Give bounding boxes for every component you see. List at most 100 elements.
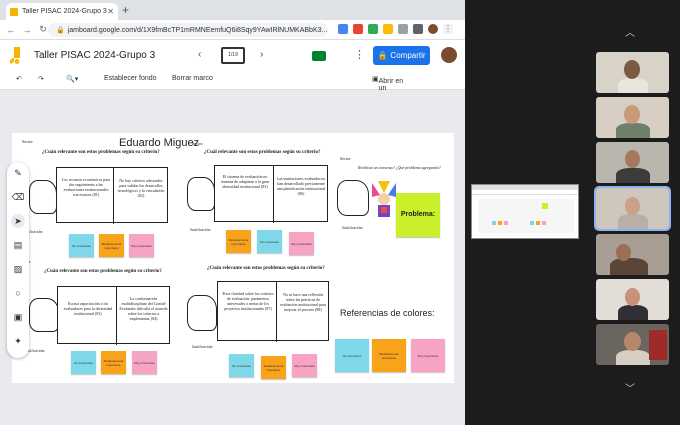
sticky-note-icon[interactable]: ▤ [11, 238, 25, 252]
extension-icon[interactable] [383, 24, 393, 34]
sticky-note[interactable]: Muy importante [289, 232, 314, 255]
jamboard-toolbar: ↶ ↷ 🔍▾ Establecer fondo Borrar marco ▣ A… [0, 72, 465, 99]
shared-screen-preview[interactable] [471, 184, 579, 239]
sector-label: Sector: [192, 141, 204, 146]
sticky-note[interactable]: No importante [257, 230, 282, 253]
image-icon[interactable]: ▨ [11, 262, 25, 276]
back-icon[interactable]: ← [6, 25, 16, 35]
sticky-note[interactable]: Muy importante [292, 354, 317, 377]
panel-text: Poca claridad sobre los criterios de eva… [222, 291, 274, 311]
pen-icon[interactable]: ✎ [11, 166, 25, 180]
scroll-up-icon[interactable]: ︿ [625, 24, 635, 39]
author-name: Eduardo Miguez [119, 137, 200, 149]
redo-icon[interactable]: ↷ [38, 75, 44, 83]
frame-indicator[interactable]: 1/19 [221, 47, 245, 64]
lock-icon: 🔒 [56, 27, 65, 34]
browser-tab[interactable]: Taller PISAC 2024-Grupo 3 ✕ [6, 3, 118, 20]
screen: Taller PISAC 2024-Grupo 3 ✕ + ← → ↻ 🔒 ja… [0, 0, 680, 425]
close-tab-icon[interactable]: ✕ [107, 7, 114, 16]
question-heading: ¿Cuán relevante son estos problemas segú… [207, 266, 325, 271]
sticky-note[interactable]: Medianamente importante [99, 234, 124, 257]
question-heading: ¿Cuál relevante son estos problemas segú… [204, 150, 321, 155]
url-field[interactable]: 🔒 jamboard.google.com/d/1X9fmBcTP1mRMNEe… [48, 23, 328, 37]
undo-icon[interactable]: ↶ [16, 75, 22, 83]
url-text: jamboard.google.com/d/1X9fmBcTP1mRMNEemf… [67, 26, 328, 34]
next-frame-icon[interactable]: › [260, 49, 263, 60]
sticky-note[interactable]: No importante [229, 354, 254, 377]
share-lock-icon: 🔒 [377, 51, 388, 60]
select-arrow-icon[interactable]: ➤ [11, 214, 25, 228]
problem-prompt: Recibiste un consenso! ¿Qué problema agr… [358, 165, 441, 170]
scroll-down-icon[interactable]: ﹀ [625, 380, 635, 395]
profile-avatar-icon[interactable] [428, 24, 438, 34]
previous-frame-icon[interactable]: ‹ [198, 49, 201, 60]
text-box-icon[interactable]: ▣ [11, 310, 25, 324]
extension-icon[interactable] [413, 24, 423, 34]
jamboard-header: Taller PISAC 2024-Grupo 3 ‹ 1/19 › ⋮ 🔒 C… [0, 40, 465, 72]
tab-bar: Taller PISAC 2024-Grupo 3 ✕ + [0, 0, 465, 20]
jamboard-favicon-icon [10, 7, 18, 16]
justified-label: Justificación: [190, 227, 212, 232]
problem-panel[interactable]: El sistema de evaluación no termina de a… [214, 165, 328, 223]
sticky-note[interactable]: Muy importante [129, 234, 154, 257]
sticky-note[interactable]: Medianamente importante [261, 356, 286, 379]
panel-text: La conformación multidisciplinar del Com… [119, 296, 168, 321]
problem-panel[interactable]: Poca claridad sobre los criterios de eva… [217, 281, 329, 342]
sector-label: Sector: [340, 156, 352, 161]
reload-icon[interactable]: ↻ [38, 24, 48, 35]
browser-window: Taller PISAC 2024-Grupo 3 ✕ + ← → ↻ 🔒 ja… [0, 0, 465, 425]
sticky-note[interactable]: Medianamente importante [101, 351, 126, 374]
jamboard-logo-icon[interactable] [10, 47, 22, 65]
sticky-note[interactable]: Medianamente importante [226, 230, 251, 253]
participant-video[interactable] [596, 324, 669, 365]
problem-sticky[interactable]: Problema: [396, 193, 440, 237]
panel-text: Las instituciones evaluadas no han desar… [276, 176, 326, 196]
fist-illustration [187, 177, 215, 211]
participant-video[interactable] [596, 52, 669, 93]
document-title[interactable]: Taller PISAC 2024-Grupo 3 [34, 50, 155, 61]
share-button[interactable]: 🔒 Compartir [373, 46, 430, 65]
new-tab-icon[interactable]: + [122, 3, 129, 17]
more-options-icon[interactable]: ⋮ [354, 48, 365, 61]
panel-text: No se hace una reflexión sobre las práct… [280, 292, 326, 312]
jam-frame[interactable]: Sector: Eduardo Miguez ¿Cuán relevante s… [12, 133, 454, 383]
eraser-icon[interactable]: ⌫ [11, 190, 25, 204]
extension-icon[interactable] [338, 24, 348, 34]
problem-panel[interactable]: Los recursos económicos para dar seguimi… [56, 167, 168, 224]
question-heading: ¿Cuán relevante son estos problemas segú… [44, 269, 162, 274]
extension-icon[interactable] [398, 24, 408, 34]
clear-frame-button[interactable]: Borrar marco [172, 75, 213, 82]
sticky-note[interactable]: No importante [71, 351, 96, 374]
participant-video[interactable] [596, 279, 669, 320]
extensions: ⋮ [338, 24, 453, 34]
set-background-button[interactable]: Establecer fondo [104, 75, 157, 82]
share-label: Compartir [390, 51, 426, 60]
question-heading: ¿Cuán relevante son estos problemas segú… [42, 150, 160, 155]
participant-video[interactable] [596, 142, 669, 183]
fist-illustration [29, 180, 57, 214]
sticky-note[interactable]: Muy importante [132, 351, 157, 374]
participant-video-active[interactable] [594, 186, 671, 231]
participant-video[interactable] [596, 97, 669, 138]
panel-text: Los recursos económicos para dar seguimi… [61, 177, 111, 197]
open-in-jamboard-button[interactable]: ▣ Abrir en un Jamboard [372, 75, 410, 99]
colors-title: Referencias de colores: [340, 308, 435, 318]
account-avatar[interactable] [441, 47, 457, 63]
extension-icon[interactable] [368, 24, 378, 34]
reference-sticky[interactable]: No importante [335, 339, 369, 372]
laser-icon[interactable]: ✦ [11, 334, 25, 348]
participant-video[interactable] [596, 234, 669, 275]
tab-title: Taller PISAC 2024-Grupo 3 [22, 8, 107, 15]
extension-icon[interactable] [353, 24, 363, 34]
zoom-icon[interactable]: 🔍▾ [66, 75, 78, 83]
problem-panel[interactable]: Escasa capacitación a los evaluadores pa… [57, 286, 170, 345]
justified-label: Justificación: [342, 225, 364, 230]
menu-icon[interactable]: ⋮ [443, 24, 453, 34]
meet-present-icon[interactable] [312, 51, 326, 61]
justified-label: Justificación: [192, 344, 214, 349]
forward-icon[interactable]: → [22, 25, 32, 35]
reference-sticky[interactable]: Muy importante [411, 339, 445, 372]
reference-sticky[interactable]: Medianamente importante [372, 339, 406, 372]
shape-circle-icon[interactable]: ○ [11, 286, 25, 300]
sticky-note[interactable]: No importante [69, 234, 94, 257]
